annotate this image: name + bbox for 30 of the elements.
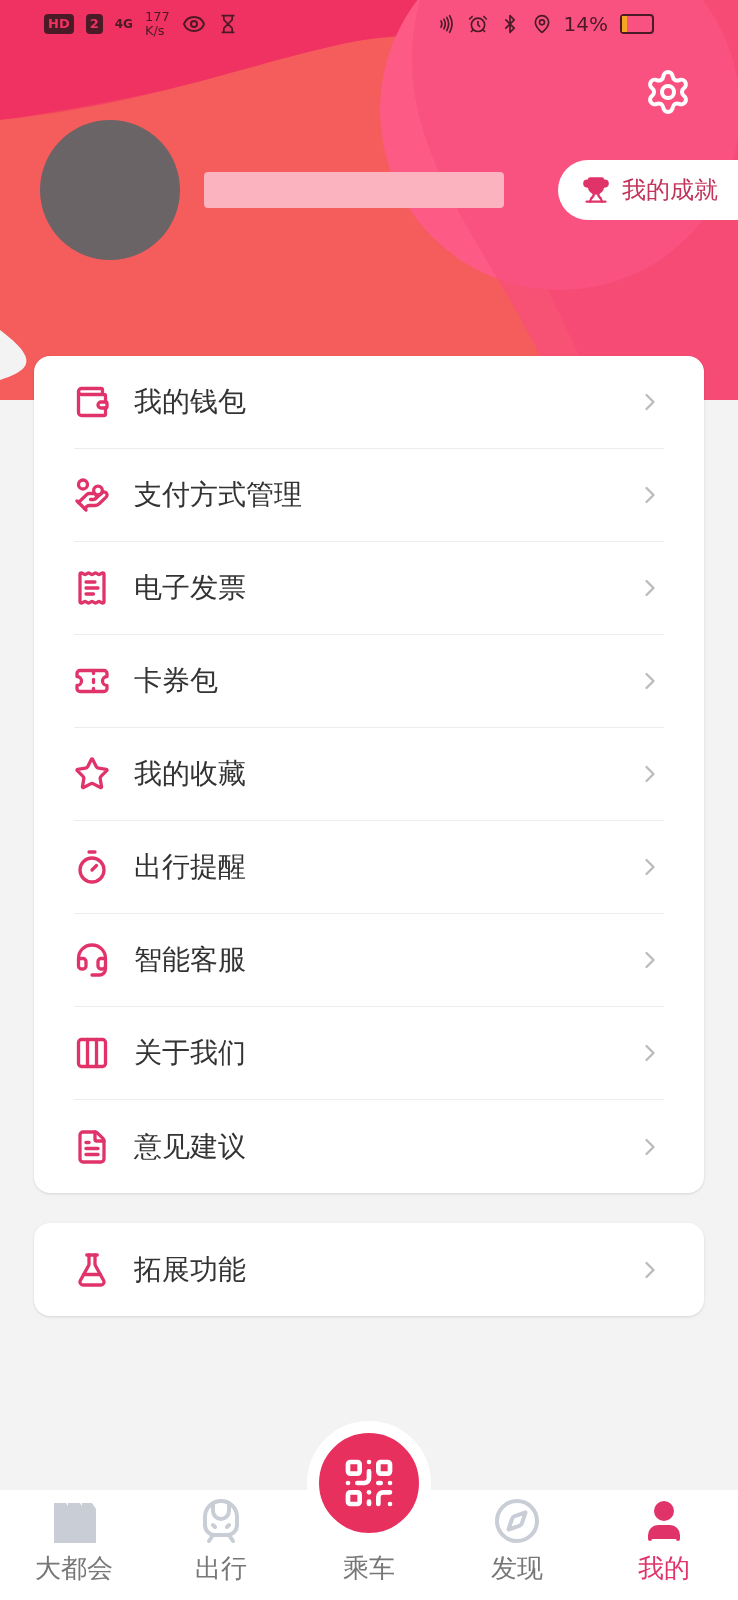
- menu-item[interactable]: 我的收藏: [134, 753, 612, 795]
- menu-item[interactable]: 我的钱包: [134, 381, 612, 423]
- wallet-icon: [74, 384, 110, 420]
- speed-unit: K/s: [144, 24, 166, 38]
- star-icon: [74, 756, 110, 792]
- columns-icon: [74, 1035, 110, 1071]
- headset-icon: [74, 942, 110, 978]
- menu-item[interactable]: 出行提醒: [134, 846, 612, 888]
- hd-badge: HD: [44, 14, 74, 34]
- nav-tab[interactable]: 发现: [490, 1549, 543, 1588]
- menu-item[interactable]: 支付方式管理: [134, 474, 612, 516]
- menu-item[interactable]: 拓展功能: [134, 1248, 612, 1291]
- menu-item[interactable]: 智能客服: [134, 939, 612, 981]
- menu-item[interactable]: 意见建议: [134, 1125, 612, 1168]
- trophy-icon: [582, 176, 610, 204]
- hand-coin-icon: [74, 477, 110, 513]
- compass-icon: [492, 1497, 541, 1545]
- nav-tab[interactable]: 出行: [195, 1549, 248, 1588]
- nav-tab[interactable]: 乘车: [343, 1549, 395, 1588]
- achievement-button[interactable]: 我的成就: [558, 160, 738, 220]
- alarm-icon: [467, 14, 488, 34]
- nav-tab[interactable]: 我的: [638, 1549, 691, 1588]
- nav-tab[interactable]: 大都会: [34, 1549, 113, 1588]
- battery-icon: [620, 14, 654, 34]
- menu-item[interactable]: 关于我们: [134, 1032, 612, 1074]
- menu-item[interactable]: 卡券包: [134, 660, 612, 702]
- battery-percent: 14%: [563, 11, 608, 38]
- speed-value: 177: [144, 10, 170, 24]
- menu-item[interactable]: 电子发票: [134, 567, 612, 609]
- network-label: 4G: [114, 16, 133, 33]
